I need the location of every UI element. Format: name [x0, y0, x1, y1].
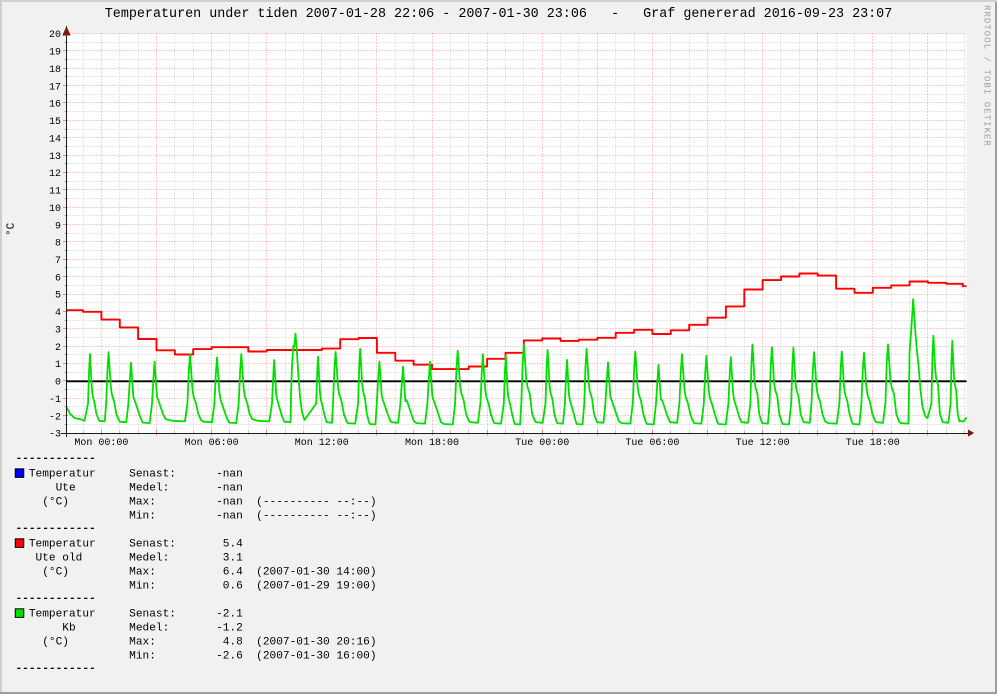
svg-text:(°C) Max: -nan: (°C) Max: -nan (---------- --:--) — [16, 497, 377, 509]
svg-text:Kb Medel: -1.2: Kb Medel: -1.2 — [16, 623, 243, 635]
svg-text:-1: -1 — [49, 395, 61, 406]
svg-text:(°C) Max: 4.8: (°C) Max: 4.8 (2007-01-30 20:16) — [16, 637, 377, 649]
svg-text:Temperatur Senast: -n: Temperatur Senast: -nan — [16, 469, 243, 481]
svg-text:-3: -3 — [49, 430, 61, 441]
svg-text:-2: -2 — [49, 412, 61, 423]
svg-text:2: 2 — [55, 343, 61, 354]
svg-text:Min: -nan (----------: Min: -nan (---------- --:--) — [16, 511, 377, 523]
svg-text:Ute old Medel: 3.: Ute old Medel: 3.1 — [16, 553, 244, 565]
svg-text:7: 7 — [55, 256, 61, 267]
svg-text:Min: -2.6 (2007-01-30: Min: -2.6 (2007-01-30 16:00) — [16, 651, 377, 663]
svg-text:Min: 0.6 (2007-01-29: Min: 0.6 (2007-01-29 19:00) — [16, 581, 377, 593]
svg-text:°C: °C — [6, 222, 18, 236]
svg-text:Tue 06:00: Tue 06:00 — [625, 438, 679, 449]
svg-text:17: 17 — [49, 82, 61, 93]
svg-text:Temperatur Senast: 5: Temperatur Senast: 5.4 — [16, 539, 244, 551]
svg-text:Tue 00:00: Tue 00:00 — [515, 438, 569, 449]
svg-text:1: 1 — [55, 360, 61, 371]
svg-text:Mon 06:00: Mon 06:00 — [185, 438, 239, 449]
svg-text:8: 8 — [55, 239, 61, 250]
svg-text:Mon 18:00: Mon 18:00 — [405, 438, 459, 449]
svg-text:13: 13 — [49, 152, 61, 163]
svg-text:19: 19 — [49, 48, 61, 59]
svg-text:0: 0 — [55, 378, 61, 389]
svg-text:9: 9 — [55, 221, 61, 232]
svg-text:4: 4 — [55, 308, 61, 319]
svg-text:5: 5 — [55, 291, 61, 302]
svg-text:15: 15 — [49, 117, 61, 128]
svg-text:Tue 12:00: Tue 12:00 — [736, 438, 790, 449]
svg-text:Mon 00:00: Mon 00:00 — [74, 438, 128, 449]
svg-text:Ute Medel: -nan: Ute Medel: -nan — [16, 483, 243, 495]
svg-text:3: 3 — [55, 326, 61, 337]
svg-text:6: 6 — [55, 273, 61, 284]
svg-text:------------: ------------ — [16, 523, 96, 535]
svg-text:10: 10 — [49, 204, 61, 215]
svg-text:14: 14 — [49, 134, 61, 145]
svg-text:(°C) Max: 6.4: (°C) Max: 6.4 (2007-01-30 14:00) — [16, 567, 377, 579]
svg-text:------------: ------------ — [16, 453, 96, 465]
svg-text:Tue 18:00: Tue 18:00 — [846, 438, 900, 449]
svg-text:Mon 12:00: Mon 12:00 — [295, 438, 349, 449]
svg-text:Temperaturen under tiden 2007-: Temperaturen under tiden 2007-01-28 22:0… — [105, 7, 893, 22]
svg-text:12: 12 — [49, 169, 61, 180]
svg-text:16: 16 — [49, 100, 61, 111]
svg-text:20: 20 — [49, 30, 61, 41]
svg-text:RRDTOOL / TOBI OETIKER: RRDTOOL / TOBI OETIKER — [982, 5, 992, 147]
svg-text:------------: ------------ — [16, 593, 96, 605]
svg-text:11: 11 — [49, 187, 61, 198]
svg-text:------------: ------------ — [16, 663, 96, 675]
svg-text:18: 18 — [49, 65, 61, 76]
svg-text:Temperatur Senast: -2: Temperatur Senast: -2.1 — [16, 609, 244, 621]
